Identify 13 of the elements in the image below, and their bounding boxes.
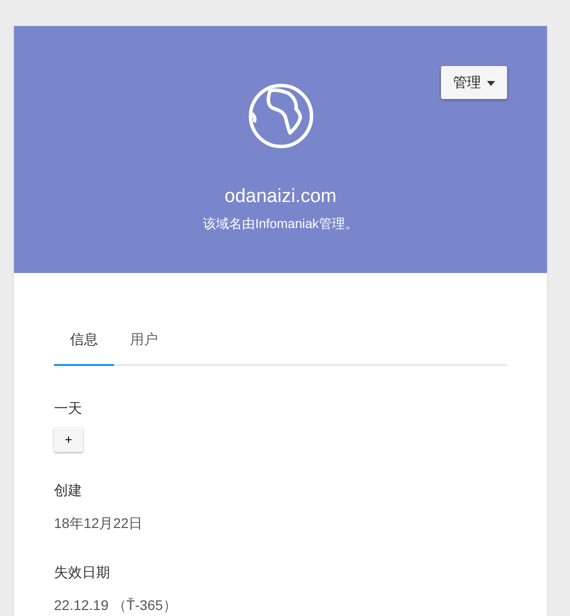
tab[interactable]: 用户 [114,319,174,366]
manage-dropdown-button[interactable]: 管理 [441,66,507,99]
domain-name: odanaizi.com [224,185,338,209]
add-button[interactable]: + [54,427,83,452]
management-note: 该域名由Infomaniak管理。 [202,214,359,232]
field-value: 22.12.19 （Ť-365） [54,596,178,615]
field-value: 18年12月22日 [54,514,144,533]
field-label: 一天 [54,399,83,418]
caret-icon [487,80,495,86]
globe-icon [248,83,314,149]
tab[interactable]: 信息 [54,319,114,366]
field-label: 失效日期 [54,563,111,582]
field-label: 创建 [54,481,83,500]
